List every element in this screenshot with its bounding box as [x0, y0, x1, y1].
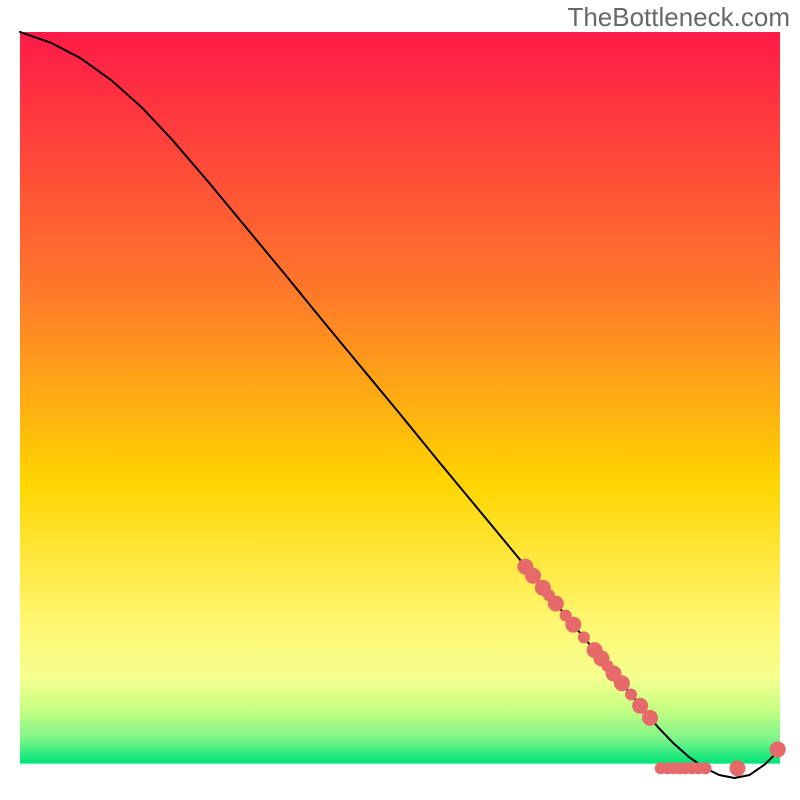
data-point — [578, 631, 590, 643]
data-point — [614, 675, 630, 691]
data-point — [770, 741, 786, 757]
plot-area — [20, 32, 780, 784]
data-point — [565, 617, 581, 633]
data-point — [642, 710, 658, 726]
data-point — [729, 760, 745, 776]
data-point — [548, 596, 564, 612]
data-point — [700, 762, 712, 774]
chart-root: TheBottleneck.com — [0, 0, 800, 800]
chart-svg — [0, 0, 800, 800]
data-point — [625, 689, 637, 701]
